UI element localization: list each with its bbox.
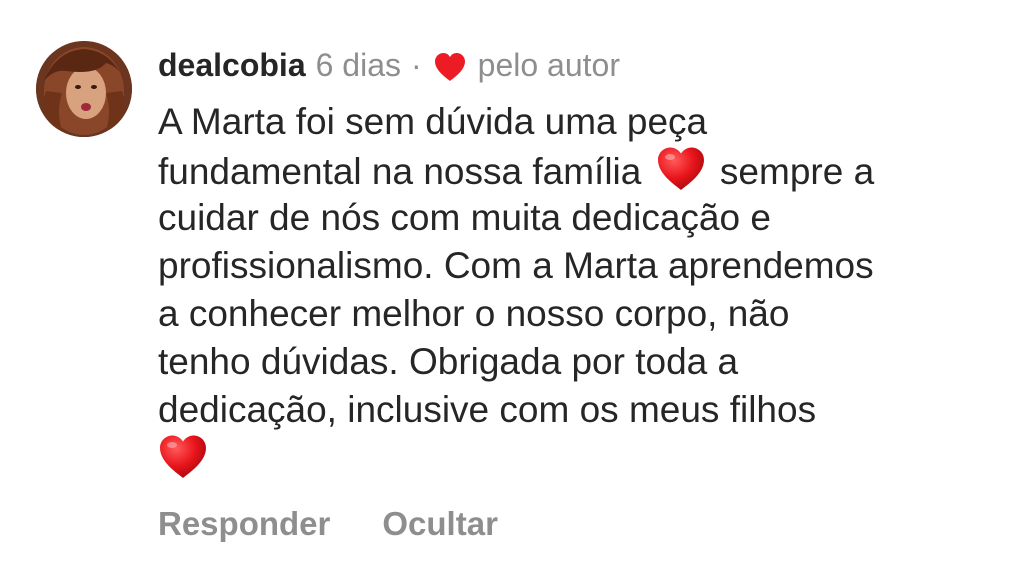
comment-text-segment: fundamental na nossa família (158, 151, 642, 192)
reply-button[interactable]: Responder (158, 505, 330, 543)
comment-text-line: profissionalismo. Com a Marta aprendemos (158, 245, 874, 286)
comment-meta: dealcobia 6 dias · pelo autor (158, 40, 1008, 90)
comment-text: A Marta foi sem dúvida uma peça fundamen… (158, 98, 1008, 482)
liked-by-author-label: pelo autor (477, 46, 620, 83)
red-heart-emoji-icon (656, 146, 706, 192)
avatar[interactable] (36, 41, 132, 137)
username[interactable]: dealcobia (158, 47, 306, 84)
comment-text-line: tenho dúvidas. Obrigada por toda a (158, 341, 739, 382)
comment-text-line: A Marta foi sem dúvida uma peça (158, 101, 708, 142)
separator: · (411, 46, 422, 83)
comment-actions: Responder Ocultar (158, 505, 498, 543)
comment-text-segment: sempre a (719, 151, 875, 192)
comment-text-line: dedicação, inclusive com os meus filhos (158, 389, 817, 430)
comment-text-line: fundamental na nossa família sempre a (158, 146, 1008, 194)
timestamp[interactable]: 6 dias (316, 47, 401, 84)
red-heart-emoji-icon (158, 434, 208, 480)
comment: dealcobia 6 dias · pelo autor A Marta fo… (0, 0, 1034, 575)
hide-button[interactable]: Ocultar (382, 505, 498, 543)
heart-icon (434, 52, 466, 82)
comment-text-line: cuidar de nós com muita dedicação e (158, 197, 771, 238)
avatar-image (36, 41, 132, 137)
comment-text-line: a conhecer melhor o nosso corpo, não (158, 293, 790, 334)
comment-body: dealcobia 6 dias · pelo autor A Marta fo… (158, 40, 1008, 482)
comment-text-line (158, 434, 1008, 482)
